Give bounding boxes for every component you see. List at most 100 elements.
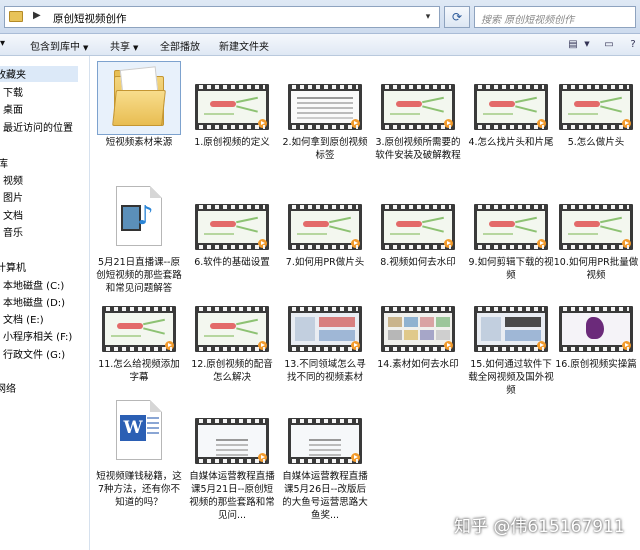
nav-desktop[interactable]: 桌面 [3, 101, 23, 116]
file-item-video[interactable]: 3.原创视频所需要的软件安装及破解教程 [374, 62, 462, 162]
video-thumbnail [559, 84, 633, 130]
file-name: 短视频赚钱秘籍，这7种方法，还有你不知道的吗？ [96, 471, 182, 508]
nav-recent-places[interactable]: 最近访问的位置 [3, 119, 73, 134]
breadcrumb-current[interactable]: 原创短视频创作 [53, 11, 127, 26]
include-in-library-label: 包含到库中 [30, 42, 80, 53]
play-icon [351, 453, 360, 462]
nav-drive-g[interactable]: 行政文件 (G:) [3, 346, 65, 361]
file-name: 10.如何用PR批量做视频 [553, 257, 639, 281]
chevron-down-icon: ▼ [83, 44, 89, 52]
video-thumbnail [474, 306, 548, 352]
file-name: 6.软件的基础设置 [194, 257, 270, 268]
play-icon [258, 119, 267, 128]
file-item-video[interactable]: 2.如何拿到原创视频标签 [281, 62, 369, 162]
share-label: 共享 [110, 42, 130, 53]
play-icon [258, 341, 267, 350]
include-in-library-button[interactable]: 包含到库中 ▼ [30, 38, 88, 53]
file-name: 自媒体运营教程直播课5月26日--改版后的大鱼号运营思路大鱼奖... [282, 471, 368, 521]
file-item-video[interactable]: 6.软件的基础设置 [188, 182, 276, 269]
nav-favorites[interactable]: 收藏夹 [0, 66, 78, 82]
address-bar[interactable]: ▶ 原创短视频创作 ▾ [4, 6, 440, 28]
file-item-video[interactable]: 9.如何剪辑下载的视频 [467, 182, 555, 282]
help-icon[interactable]: ? [626, 38, 640, 51]
nav-pictures[interactable]: 图片 [3, 189, 23, 204]
file-item-video[interactable]: 13.不同领域怎么寻找不同的视频素材 [281, 284, 369, 384]
file-item-video[interactable]: 11.怎么给视频添加字幕 [95, 284, 183, 384]
preview-pane-icon[interactable]: ▭ [602, 38, 616, 51]
file-item-video[interactable]: 4.怎么找片头和片尾 [467, 62, 555, 149]
chevron-down-icon[interactable]: ▼ [580, 38, 594, 51]
organize-chevron-icon[interactable]: ▾ [0, 38, 5, 49]
play-icon [351, 239, 360, 248]
address-bar-row: ▶ 原创短视频创作 ▾ ⟳ 搜索 原创短视频创作 [0, 0, 640, 34]
play-icon [444, 239, 453, 248]
command-bar: ▾ 包含到库中 ▼ 共享 ▼ 全部播放 新建文件夹 ▤ ▼ ▭ ? [0, 34, 640, 56]
nav-computer[interactable]: 计算机 [0, 259, 26, 274]
file-name: 8.视频如何去水印 [380, 257, 456, 268]
file-item-video[interactable]: 10.如何用PR批量做视频 [552, 182, 640, 282]
file-item-video[interactable]: 1.原创视频的定义 [188, 62, 276, 149]
view-options-icon[interactable]: ▤ [566, 38, 580, 51]
play-icon [258, 239, 267, 248]
file-item-video[interactable]: 自媒体运营教程直播课5月21日--原创短视频的那些套路和常见问... [188, 396, 276, 522]
video-thumbnail [288, 418, 362, 464]
breadcrumb-arrow-icon[interactable]: ▶ [33, 10, 41, 21]
file-name: 1.原创视频的定义 [194, 137, 270, 148]
file-item-video[interactable]: 5.怎么做片头 [552, 62, 640, 149]
video-thumbnail [559, 204, 633, 250]
play-icon [622, 119, 631, 128]
search-placeholder: 搜索 原创短视频创作 [481, 15, 575, 26]
video-thumbnail [381, 306, 455, 352]
file-name: 9.如何剪辑下载的视频 [468, 257, 554, 281]
video-thumbnail [195, 306, 269, 352]
nav-drive-f[interactable]: 小程序相关 (F:) [3, 328, 72, 343]
play-icon [351, 341, 360, 350]
nav-network[interactable]: 网络 [0, 380, 16, 395]
file-name: 短视频素材来源 [105, 137, 173, 148]
refresh-icon: ⟳ [451, 10, 463, 24]
share-button[interactable]: 共享 ▼ [110, 38, 138, 53]
nav-downloads[interactable]: 下载 [3, 84, 23, 99]
video-thumbnail [474, 204, 548, 250]
play-all-button[interactable]: 全部播放 [160, 38, 200, 53]
file-name: 自媒体运营教程直播课5月21日--原创短视频的那些套路和常见问... [189, 471, 275, 521]
word-document-icon: W [116, 400, 162, 460]
file-item-media[interactable]: ♪ 5月21日直播课--原创短视频的那些套路和常见问题解答 [95, 182, 183, 295]
file-item-folder[interactable]: 短视频素材来源 [95, 61, 183, 149]
video-thumbnail [559, 306, 633, 352]
file-item-video[interactable]: 16.原创视频实操篇 [552, 284, 640, 371]
file-item-video[interactable]: 15.如何通过软件下载全网视频及国外视频 [467, 284, 555, 397]
file-name: 11.怎么给视频添加字幕 [98, 359, 180, 383]
chevron-down-icon: ▼ [133, 44, 139, 52]
file-name: 7.如何用PR做片头 [285, 257, 365, 268]
play-icon [351, 119, 360, 128]
file-item-video[interactable]: 14.素材如何去水印 [374, 284, 462, 371]
play-icon [165, 341, 174, 350]
file-item-video[interactable]: 7.如何用PR做片头 [281, 182, 369, 269]
play-icon [622, 239, 631, 248]
file-item-video[interactable]: 自媒体运营教程直播课5月26日--改版后的大鱼号运营思路大鱼奖... [281, 396, 369, 522]
refresh-button[interactable]: ⟳ [444, 6, 470, 28]
nav-libraries[interactable]: 库 [0, 155, 8, 170]
nav-drive-e[interactable]: 文档 (E:) [3, 311, 44, 326]
file-item-video[interactable]: 8.视频如何去水印 [374, 182, 462, 269]
video-thumbnail [102, 306, 176, 352]
video-thumbnail [288, 84, 362, 130]
nav-drive-d[interactable]: 本地磁盘 (D:) [3, 294, 65, 309]
chevron-down-icon[interactable]: ▾ [419, 8, 437, 26]
nav-videos[interactable]: 视频 [3, 172, 23, 187]
play-icon [622, 341, 631, 350]
file-item-video[interactable]: 12.原创视频的配音怎么解决 [188, 284, 276, 384]
nav-documents[interactable]: 文档 [3, 207, 23, 222]
media-file-icon: ♪ [116, 186, 162, 246]
navigation-pane: 收藏夹 下载 桌面 最近访问的位置 库 视频 图片 文档 音乐 计算机 本地磁盘… [0, 56, 90, 550]
nav-drive-c[interactable]: 本地磁盘 (C:) [3, 277, 64, 292]
file-name: 13.不同领域怎么寻找不同的视频素材 [284, 359, 366, 383]
new-folder-button[interactable]: 新建文件夹 [219, 38, 269, 53]
file-name: 15.如何通过软件下载全网视频及国外视频 [468, 359, 554, 396]
file-name: 5.怎么做片头 [567, 137, 625, 148]
file-name: 4.怎么找片头和片尾 [468, 137, 554, 148]
nav-music[interactable]: 音乐 [3, 224, 23, 239]
file-item-word[interactable]: W 短视频赚钱秘籍，这7种方法，还有你不知道的吗？ [95, 396, 183, 509]
search-input[interactable]: 搜索 原创短视频创作 [474, 6, 636, 28]
